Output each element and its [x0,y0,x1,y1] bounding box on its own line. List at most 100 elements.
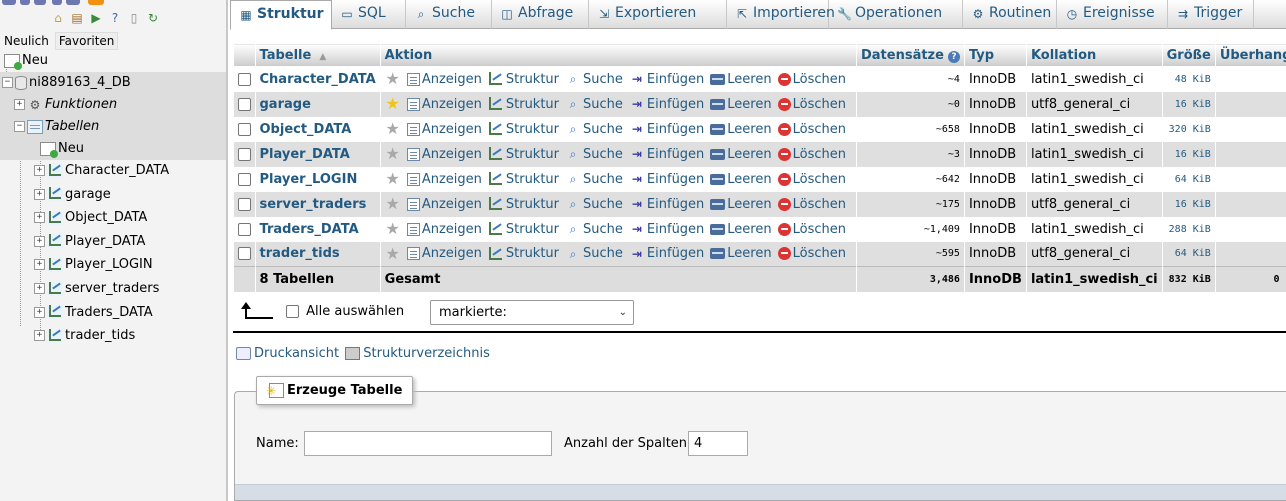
tab-suche[interactable]: ⌕ Suche [406,0,492,29]
expand-icon[interactable]: + [34,283,45,294]
tab-routinen[interactable]: ⚙ Routinen [963,0,1057,29]
row-checkbox[interactable] [237,122,251,136]
browse-action[interactable]: Anzeigen [406,72,482,87]
browse-action[interactable]: Anzeigen [406,246,482,261]
tree-tables[interactable]: − Tabellen [0,116,226,138]
header-type[interactable]: Typ [963,43,1027,67]
docs-icon[interactable]: ? [107,10,123,26]
columns-count-input[interactable]: 4 [688,431,748,456]
structure-action[interactable]: Struktur [488,246,559,261]
help-icon[interactable]: ? [947,50,960,63]
table-size[interactable]: 64 KiB [1162,166,1216,192]
search-action[interactable]: ⌕ Suche [565,147,623,162]
table-size[interactable]: 320 KiB [1162,116,1216,142]
empty-action[interactable]: Leeren [710,172,772,187]
tree-database[interactable]: − ni889163_4_DB [0,72,226,94]
settings-icon[interactable]: ▯ [126,10,142,26]
expand-icon[interactable]: + [34,235,45,247]
data-dictionary-link[interactable]: Strukturverzeichnis [363,346,490,361]
drop-action[interactable]: Löschen [777,222,846,237]
browse-action[interactable]: Anzeigen [406,97,482,112]
tab-exportieren[interactable]: ⇲ Exportieren [589,0,727,29]
insert-action[interactable]: ⇥ Einfügen [629,97,704,112]
reload-icon[interactable]: ↻ [145,10,161,26]
expand-icon[interactable]: + [34,330,45,342]
tab-abfrage[interactable]: ◫ Abfrage [492,0,589,29]
empty-action[interactable]: Leeren [710,246,772,261]
tree-new-db[interactable]: Neu [2,50,48,72]
collapse-icon[interactable]: − [2,77,13,88]
structure-action[interactable]: Struktur [488,97,559,112]
table-size[interactable]: 64 KiB [1162,241,1216,267]
collapse-icon[interactable]: − [14,121,25,132]
tab-sql[interactable]: ▭ SQL [332,0,406,29]
structure-action[interactable]: Struktur [488,122,559,137]
insert-action[interactable]: ⇥ Einfügen [629,246,704,261]
expand-icon[interactable]: + [34,212,45,224]
header-rows[interactable]: Datensätze? [855,43,965,67]
browse-action[interactable]: Anzeigen [406,172,482,187]
drop-action[interactable]: Löschen [777,97,846,112]
tab-recent[interactable]: Neulich [0,32,53,50]
search-action[interactable]: ⌕ Suche [565,197,623,212]
tree-table-item[interactable]: + trader_tids [34,325,135,347]
favorite-star-icon[interactable]: ★ [385,245,401,261]
drop-action[interactable]: Löschen [777,122,846,137]
tree-table-item[interactable]: + Object_DATA [34,207,147,229]
tree-new-table[interactable]: Neu [0,138,226,160]
tree-functions[interactable]: + ⚙ Funktionen [0,94,226,116]
search-action[interactable]: ⌕ Suche [565,72,623,87]
insert-action[interactable]: ⇥ Einfügen [629,72,704,87]
browse-action[interactable]: Anzeigen [406,197,482,212]
with-selected-dropdown[interactable]: markierte: ⌄ [430,300,634,325]
table-name-link[interactable]: garage [255,91,381,117]
table-name-link[interactable]: Player_LOGIN [255,166,381,192]
insert-action[interactable]: ⇥ Einfügen [629,147,704,162]
search-action[interactable]: ⌕ Suche [565,172,623,187]
expand-icon[interactable]: + [34,188,45,200]
empty-action[interactable]: Leeren [710,222,772,237]
empty-action[interactable]: Leeren [710,122,772,137]
insert-action[interactable]: ⇥ Einfügen [629,222,704,237]
favorite-star-icon[interactable]: ★ [385,221,401,237]
tab-favorites[interactable]: Favoriten [54,32,119,50]
tab-trigger[interactable]: ⇉ Trigger [1168,0,1254,29]
row-checkbox[interactable] [237,222,251,236]
header-table[interactable]: Tabelle ▲ [254,43,381,67]
favorite-star-icon[interactable]: ★ [385,71,401,87]
row-checkbox[interactable] [237,172,251,186]
empty-action[interactable]: Leeren [710,72,772,87]
browse-action[interactable]: Anzeigen [406,147,482,162]
table-name-link[interactable]: Player_DATA [255,141,381,167]
insert-action[interactable]: ⇥ Einfügen [629,122,704,137]
favorite-star-icon[interactable]: ★ [385,171,401,187]
structure-action[interactable]: Struktur [488,147,559,162]
table-size[interactable]: 16 KiB [1162,141,1216,167]
tree-table-item[interactable]: + Player_LOGIN [34,254,153,276]
tree-table-item[interactable]: + garage [34,184,111,206]
tab-importieren[interactable]: ⇱ Importieren [727,0,835,29]
select-all-checkbox[interactable] [286,305,299,318]
drop-action[interactable]: Löschen [777,172,846,187]
browse-action[interactable]: Anzeigen [406,122,482,137]
empty-action[interactable]: Leeren [710,147,772,162]
table-name-link[interactable]: server_traders [255,191,381,217]
print-view-link[interactable]: Druckansicht [254,346,339,361]
tab-operationen[interactable]: 🔧 Operationen [829,0,963,29]
tree-table-item[interactable]: + server_traders [34,278,159,300]
search-action[interactable]: ⌕ Suche [565,97,623,112]
drop-action[interactable]: Löschen [777,197,846,212]
table-name-link[interactable]: Character_DATA [255,66,381,92]
table-name-link[interactable]: trader_tids [255,241,381,267]
favorite-star-icon[interactable]: ★ [385,196,401,212]
sql-query-icon[interactable]: ▶ [88,10,104,26]
tab-ereignisse[interactable]: ◷ Ereignisse [1057,0,1168,29]
drop-action[interactable]: Löschen [777,246,846,261]
table-name-link[interactable]: Object_DATA [255,116,381,142]
logout-icon[interactable]: ▤ [69,10,85,26]
structure-action[interactable]: Struktur [488,222,559,237]
row-checkbox[interactable] [237,247,251,261]
table-name-link[interactable]: Traders_DATA [255,216,381,242]
header-overhead[interactable]: Überhang [1214,43,1286,67]
table-size[interactable]: 288 KiB [1162,216,1216,242]
